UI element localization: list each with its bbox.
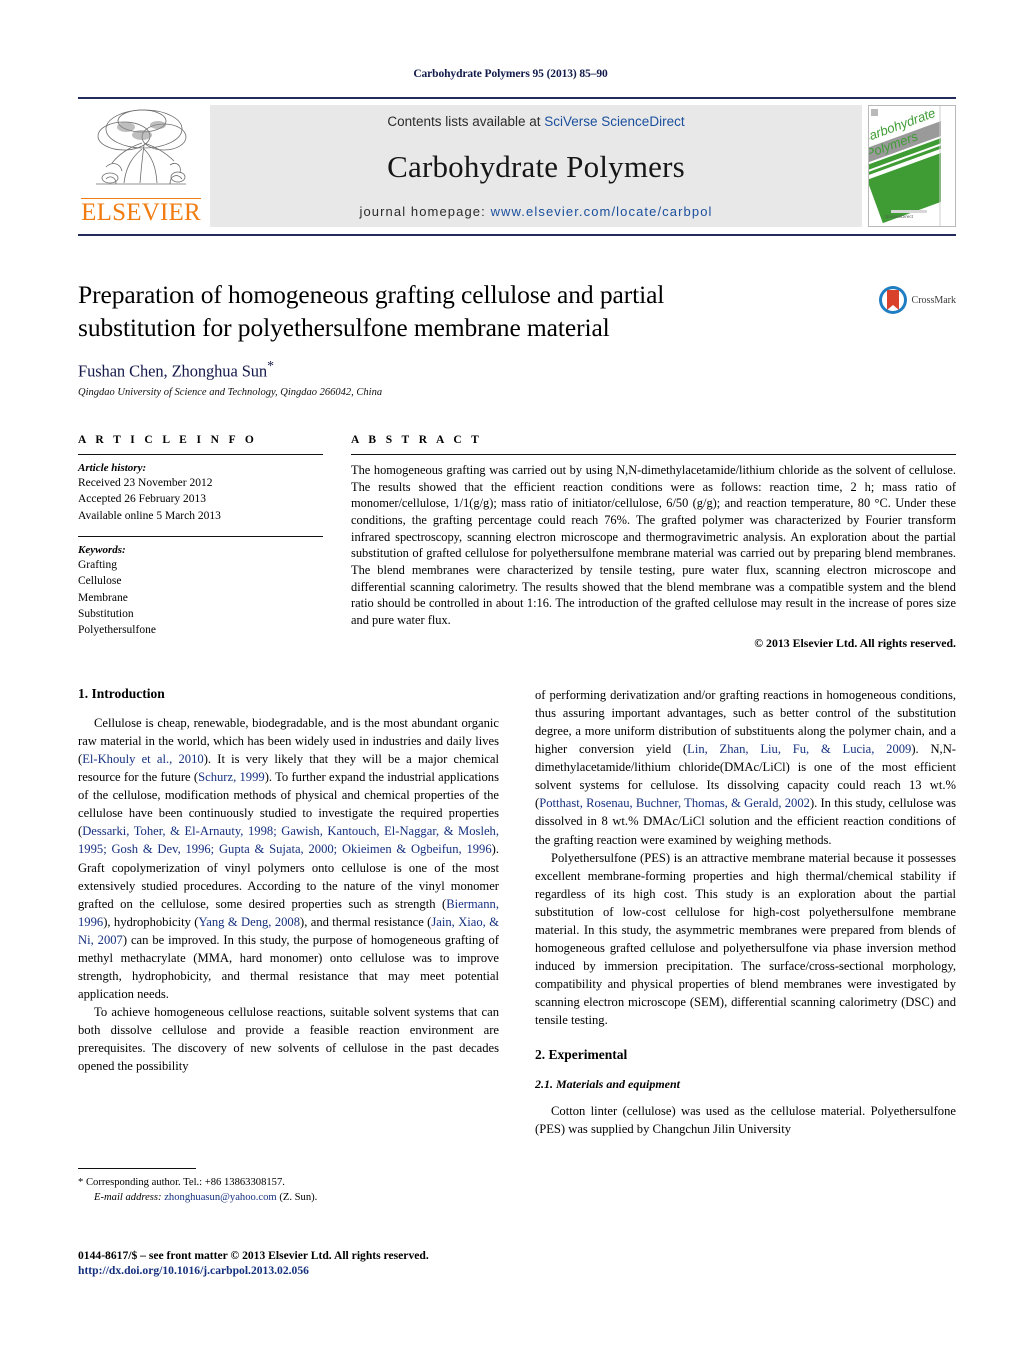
keyword-item: Cellulose [78, 575, 122, 588]
article-history-online: Available online 5 March 2013 [78, 509, 221, 522]
journal-homepage-line: journal homepage: www.elsevier.com/locat… [359, 204, 712, 219]
journal-cover-thumbnail: Carbohydrate Polymers ScienceDirect [868, 105, 956, 227]
paragraph-materials-1: Cotton linter (cellulose) was used as th… [535, 1104, 956, 1137]
footnote-corresponding-author: * Corresponding author. Tel.: +86 138633… [78, 1175, 499, 1190]
citation-link[interactable]: El-Khouly et al., 2010 [82, 752, 203, 766]
journal-homepage-prefix: journal homepage: [359, 204, 491, 219]
article-info-column: A R T I C L E I N F O Article history: R… [78, 434, 323, 651]
article-history-label: Article history: [78, 462, 147, 474]
footnote-corresponding-text: Corresponding author. Tel.: +86 13863308… [85, 1177, 285, 1188]
page-title: Preparation of homogeneous grafting cell… [78, 280, 665, 342]
email-owner: (Z. Sun). [279, 1192, 318, 1204]
author-list: Fushan Chen, Zhonghua Sun* [78, 358, 956, 382]
footnote-marker: * [78, 1177, 84, 1188]
abstract-text: The homogeneous grafting was carried out… [351, 463, 956, 628]
abstract-rule [351, 454, 956, 455]
crossmark-label: CrossMark [911, 294, 956, 306]
svg-text:ScienceDirect: ScienceDirect [885, 214, 914, 219]
footnote-email: E-mail address: zhonghuasun@yahoo.com (Z… [78, 1190, 499, 1205]
article-info-rule [78, 454, 323, 455]
sciencedirect-link[interactable]: SciVerse ScienceDirect [544, 114, 684, 129]
section-heading-experimental: 2. Experimental [535, 1047, 628, 1063]
citation-link[interactable]: Lin, Zhan, Liu, Fu, & Lucia, 2009 [687, 742, 911, 756]
paragraph-intro-2: To achieve homogeneous cellulose reactio… [78, 1005, 499, 1074]
article-info-heading: A R T I C L E I N F O [78, 434, 258, 446]
contents-lists-prefix: Contents lists available at [387, 114, 545, 129]
paragraph-intro-1: Cellulose is cheap, renewable, biodegrad… [78, 714, 499, 1003]
contents-lists-line: Contents lists available at SciVerse Sci… [387, 114, 684, 129]
running-head: Carbohydrate Polymers 95 (2013) 85–90 [413, 68, 608, 80]
intro-text-f: ), and thermal resistance ( [300, 914, 432, 929]
abstract-copyright: © 2013 Elsevier Ltd. All rights reserved… [754, 635, 956, 650]
keyword-item: Grafting [78, 558, 117, 571]
body-column-left: 1. Introduction Cellulose is cheap, rene… [78, 686, 499, 1138]
elsevier-tree-icon [96, 109, 187, 185]
body-columns: 1. Introduction Cellulose is cheap, rene… [78, 686, 956, 1138]
abstract-heading: A B S T R A C T [351, 434, 483, 446]
intro-text-e: ), hydrophobicity ( [103, 914, 199, 929]
journal-band: Contents lists available at SciVerse Sci… [210, 105, 862, 227]
author-names: Fushan Chen, Zhonghua Sun [78, 361, 268, 381]
crossmark-icon [878, 286, 907, 314]
keyword-item: Membrane [78, 591, 128, 604]
masthead-bottom-rule [78, 234, 956, 236]
keywords-rule [78, 535, 323, 537]
title-block: Preparation of homogeneous grafting cell… [78, 279, 956, 398]
issn-copyright-line: 0144-8617/$ – see front matter © 2013 El… [78, 1249, 429, 1262]
journal-homepage-url[interactable]: www.elsevier.com/locate/carbpol [491, 204, 713, 219]
info-abstract-section: A R T I C L E I N F O Article history: R… [78, 434, 956, 651]
section-heading-introduction: 1. Introduction [78, 686, 165, 701]
affiliation: Qingdao University of Science and Techno… [78, 386, 383, 398]
footnote-rule [78, 1168, 196, 1169]
crossmark-badge[interactable]: CrossMark [878, 285, 956, 315]
body-column-right: of performing derivatization and/or graf… [535, 686, 956, 1138]
paragraph-intro-3: of performing derivatization and/or graf… [535, 686, 956, 849]
keyword-item: Substitution [78, 607, 134, 620]
footnote-area: * Corresponding author. Tel.: +86 138633… [78, 1168, 499, 1206]
article-first-page: Carbohydrate Polymers 95 (2013) 85–90 EL… [0, 0, 1021, 1351]
paragraph-intro-4: Polyethersulfone (PES) is an attractive … [535, 850, 956, 1028]
keywords-label: Keywords: [78, 543, 126, 556]
journal-title: Carbohydrate Polymers [387, 148, 685, 184]
citation-link[interactable]: Schurz, 1999 [198, 770, 265, 784]
subsection-heading-materials: 2.1. Materials and equipment [535, 1077, 681, 1092]
cover-artwork-icon: Carbohydrate Polymers ScienceDirect [869, 106, 955, 226]
citation-link[interactable]: Dessarki, Toher, & El-Arnauty, 1998; Gaw… [78, 824, 499, 856]
citation-link[interactable]: Yang & Deng, 2008 [198, 915, 300, 929]
elsevier-logo: ELSEVIER [78, 105, 204, 227]
email-address-label: E-mail address: [94, 1192, 162, 1204]
journal-masthead: ELSEVIER Contents lists available at Sci… [78, 97, 956, 236]
keyword-item: Polyethersulfone [78, 624, 156, 637]
article-history-received: Received 23 November 2012 [78, 477, 213, 489]
abstract-column: A B S T R A C T The homogeneous grafting… [351, 434, 956, 651]
article-history-accepted: Accepted 26 February 2013 [78, 493, 207, 506]
corresponding-author-marker: * [267, 358, 274, 374]
intro-text-g: ) can be improved. In this study, the pu… [78, 932, 500, 1001]
doi-link[interactable]: http://dx.doi.org/10.1016/j.carbpol.2013… [78, 1264, 678, 1277]
page-footer: 0144-8617/$ – see front matter © 2013 El… [78, 1249, 678, 1277]
email-link[interactable]: zhonghuasun@yahoo.com [164, 1192, 276, 1203]
elsevier-wordmark: ELSEVIER [81, 198, 201, 226]
citation-link[interactable]: Potthast, Rosenau, Buchner, Thomas, & Ge… [539, 796, 810, 810]
